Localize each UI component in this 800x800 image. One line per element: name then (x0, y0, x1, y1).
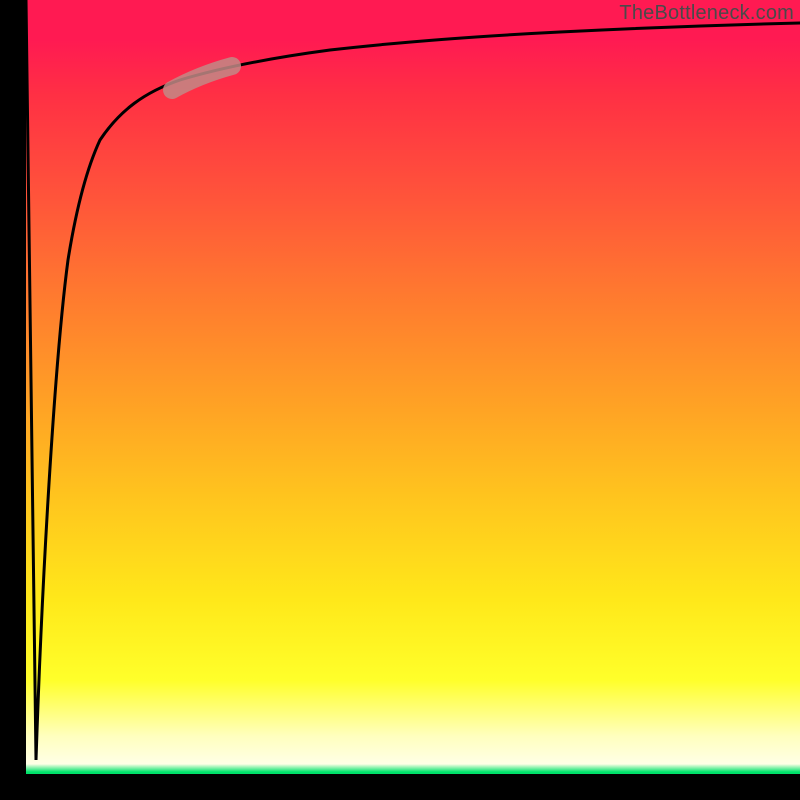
chart-frame: TheBottleneck.com (0, 0, 800, 800)
x-axis-border (0, 774, 800, 800)
plot-background-gradient (0, 0, 800, 800)
watermark-text: TheBottleneck.com (619, 2, 794, 25)
y-axis-border (0, 0, 26, 800)
